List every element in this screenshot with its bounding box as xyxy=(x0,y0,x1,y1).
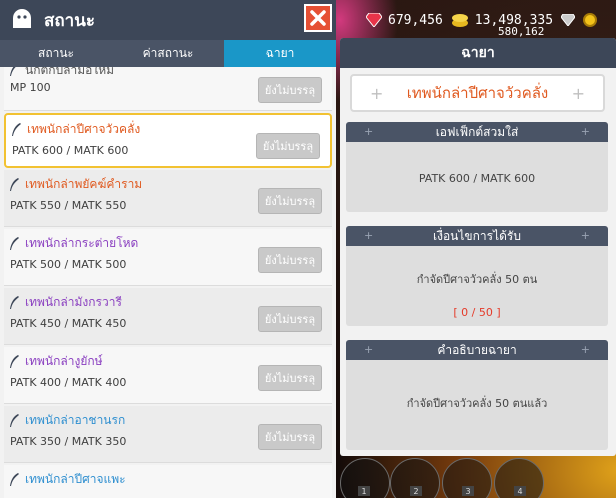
title-stat: PATK 350 / MATK 350 xyxy=(10,435,127,448)
effect-header: + เอฟเฟ็กต์สวมใส่ + xyxy=(346,122,608,142)
condition-progress: [ 0 / 50 ] xyxy=(453,306,501,319)
quill-icon xyxy=(10,67,16,76)
coins-icon xyxy=(451,14,468,27)
title-name: เทพนักล่าพยัคฆ์คำราม xyxy=(25,177,143,191)
title-name: เทพนักล่าปีศาจแพะ xyxy=(25,472,126,486)
quill-icon xyxy=(10,237,19,250)
equip-button[interactable]: ยังไม่บรรลุ xyxy=(258,77,322,103)
selected-title-box: + เทพนักล่าปีศาจวัวคลั่ง + xyxy=(350,74,605,112)
plus-icon: + xyxy=(364,343,374,356)
list-item[interactable]: เทพนักล่าปีศาจแพะ xyxy=(4,465,332,498)
gem-amount: 679,456 xyxy=(388,12,443,28)
quill-icon xyxy=(10,473,19,486)
title-stat: PATK 600 / MATK 600 xyxy=(12,144,129,157)
condition-text: กำจัดปีศาจวัวคลั่ง 50 ตน xyxy=(416,273,538,286)
title-stat: PATK 450 / MATK 450 xyxy=(10,317,127,330)
titles-list: นักตกปลามือใหม่ MP 100 ยังไม่บรรลุ เทพนั… xyxy=(0,67,336,498)
skill-bar: 1 2 3 4 xyxy=(340,456,616,498)
slot-number: 2 xyxy=(410,486,422,496)
plus-icon: + xyxy=(580,343,590,356)
status-header: สถานะ xyxy=(0,0,336,40)
title-stat: MP 100 xyxy=(10,81,51,94)
list-item[interactable]: นักตกปลามือใหม่ MP 100 ยังไม่บรรลุ xyxy=(4,67,332,111)
quill-icon xyxy=(10,296,19,309)
ghost-icon xyxy=(13,9,31,28)
tab-titles[interactable]: ฉายา xyxy=(224,40,336,67)
title-name: นักตกปลามือใหม่ xyxy=(25,67,115,77)
title-name: เทพนักล่างูยักษ์ xyxy=(25,354,103,368)
diamond-icon xyxy=(561,14,576,26)
close-icon xyxy=(310,10,326,26)
coin-sub-amount: 580,162 xyxy=(498,25,545,38)
slot-number: 3 xyxy=(462,486,474,496)
equip-button[interactable]: ยังไม่บรรลุ xyxy=(258,306,322,332)
slot-number: 1 xyxy=(358,486,370,496)
plus-icon: + xyxy=(364,229,374,242)
list-item[interactable]: เทพนักล่ามังกรวารี PATK 450 / MATK 450 ย… xyxy=(4,288,332,345)
quill-icon xyxy=(10,178,19,191)
list-item[interactable]: เทพนักล่าพยัคฆ์คำราม PATK 550 / MATK 550… xyxy=(4,170,332,227)
list-item-selected[interactable]: เทพนักล่าปีศาจวัวคลั่ง PATK 600 / MATK 6… xyxy=(4,113,332,168)
equip-button[interactable]: ยังไม่บรรลุ xyxy=(256,133,320,159)
title-name: เทพนักล่าปีศาจวัวคลั่ง xyxy=(27,122,141,136)
effect-text: PATK 600 / MATK 600 xyxy=(418,172,536,185)
plus-icon: + xyxy=(580,229,590,242)
slot-number: 4 xyxy=(514,486,526,496)
effect-header-label: เอฟเฟ็กต์สวมใส่ xyxy=(435,124,519,139)
list-item[interactable]: เทพนักล่าอาชานรก PATK 350 / MATK 350 ยัง… xyxy=(4,406,332,463)
plus-icon: + xyxy=(580,125,590,138)
description-header: + คำอธิบายฉายา + xyxy=(346,340,608,360)
equip-button[interactable]: ยังไม่บรรลุ xyxy=(258,247,322,273)
title-stat: PATK 500 / MATK 500 xyxy=(10,258,127,271)
condition-header-label: เงื่อนไขการได้รับ xyxy=(433,228,521,243)
sparkle-icon: + xyxy=(571,84,585,103)
title-name: เทพนักล่าอาชานรก xyxy=(25,413,126,427)
ruby-icon xyxy=(366,13,382,27)
tab-status[interactable]: สถานะ xyxy=(0,40,112,67)
title-stat: PATK 400 / MATK 400 xyxy=(10,376,127,389)
condition-header: + เงื่อนไขการได้รับ + xyxy=(346,226,608,246)
quill-icon xyxy=(12,123,21,136)
description-section: + คำอธิบายฉายา + กำจัดปีศาจวัวคลั่ง 50 ต… xyxy=(346,340,608,450)
description-text: กำจัดปีศาจวัวคลั่ง 50 ตนแล้ว xyxy=(406,397,548,410)
list-item[interactable]: เทพนักล่ากระต่ายโหด PATK 500 / MATK 500 … xyxy=(4,229,332,286)
sparkle-icon: + xyxy=(370,84,384,103)
tab-attributes[interactable]: ค่าสถานะ xyxy=(112,40,224,67)
equip-button[interactable]: ยังไม่บรรลุ xyxy=(258,424,322,450)
plus-icon: + xyxy=(364,125,374,138)
gold-token-icon xyxy=(583,13,598,27)
resource-bar: 679,456 13,498,335 xyxy=(366,6,616,34)
description-header-label: คำอธิบายฉายา xyxy=(437,342,517,357)
selected-title: เทพนักล่าปีศาจวัวคลั่ง xyxy=(406,84,549,102)
list-item[interactable]: เทพนักล่างูยักษ์ PATK 400 / MATK 400 ยัง… xyxy=(4,347,332,404)
effect-section: + เอฟเฟ็กต์สวมใส่ + PATK 600 / MATK 600 xyxy=(346,122,608,212)
detail-header: ฉายา xyxy=(340,38,616,68)
status-panel: สถานะ สถานะ ค่าสถานะ ฉายา นักตกปลามือใหม… xyxy=(0,0,336,498)
title-name: เทพนักล่ามังกรวารี xyxy=(25,295,122,309)
page-title: สถานะ xyxy=(44,10,95,31)
close-button[interactable] xyxy=(304,4,332,32)
condition-section: + เงื่อนไขการได้รับ + กำจัดปีศาจวัวคลั่ง… xyxy=(346,226,608,326)
quill-icon xyxy=(10,355,19,368)
quill-icon xyxy=(10,414,19,427)
tab-bar: สถานะ ค่าสถานะ ฉายา xyxy=(0,40,336,67)
title-stat: PATK 550 / MATK 550 xyxy=(10,199,127,212)
equip-button[interactable]: ยังไม่บรรลุ xyxy=(258,188,322,214)
gem-counter: 679,456 xyxy=(366,13,443,28)
title-detail-panel: ฉายา + เทพนักล่าปีศาจวัวคลั่ง + + เอฟเฟ็… xyxy=(340,38,616,456)
equip-button[interactable]: ยังไม่บรรลุ xyxy=(258,365,322,391)
title-name: เทพนักล่ากระต่ายโหด xyxy=(25,236,139,250)
